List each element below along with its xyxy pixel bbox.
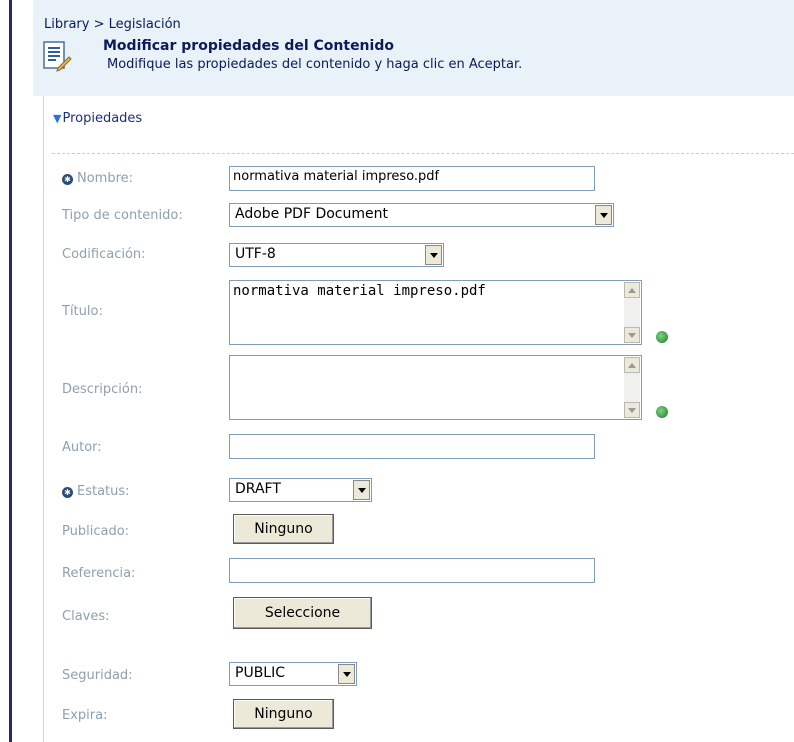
- estatus-label: ✱ Estatus:: [62, 484, 130, 499]
- autor-label: Autor:: [62, 440, 102, 455]
- breadcrumb[interactable]: Library > Legislación: [44, 17, 181, 32]
- claves-label: Claves:: [62, 609, 110, 624]
- page-subtitle: Modifique las propiedades del contenido …: [107, 57, 523, 72]
- tipo-select[interactable]: Adobe PDF Document: [229, 203, 614, 227]
- expira-label: Expira:: [62, 708, 108, 723]
- required-icon: ✱: [62, 487, 73, 498]
- descripcion-textarea[interactable]: [229, 355, 642, 420]
- descripcion-label: Descripción:: [62, 382, 143, 397]
- required-icon: ✱: [62, 174, 73, 185]
- seguridad-select[interactable]: PUBLIC: [229, 662, 357, 686]
- chevron-down-icon[interactable]: [338, 664, 355, 684]
- triangle-down-icon: ▼: [53, 112, 62, 125]
- codificacion-label: Codificación:: [62, 247, 146, 262]
- section-label: Propiedades: [62, 111, 143, 126]
- panel-border: [43, 96, 44, 742]
- tipo-label: Tipo de contenido:: [62, 208, 183, 223]
- titulo-textarea[interactable]: normativa material impreso.pdf: [229, 280, 642, 345]
- scroll-down-icon: [624, 402, 640, 418]
- scrollbar[interactable]: [624, 357, 640, 418]
- seguridad-label: Seguridad:: [62, 668, 133, 683]
- scroll-up-icon: [624, 282, 640, 298]
- titulo-label: Título:: [62, 304, 103, 319]
- claves-button[interactable]: Seleccione: [233, 597, 372, 629]
- document-edit-icon: [43, 41, 72, 72]
- expira-button[interactable]: Ninguno: [233, 699, 334, 729]
- publicado-label: Publicado:: [62, 524, 130, 539]
- left-border: [9, 0, 12, 742]
- nombre-input[interactable]: normativa material impreso.pdf: [229, 166, 595, 191]
- autor-input[interactable]: [229, 434, 595, 459]
- codificacion-select[interactable]: UTF-8: [229, 243, 444, 267]
- chevron-down-icon[interactable]: [425, 245, 442, 265]
- divider: [52, 153, 794, 154]
- scroll-up-icon: [624, 357, 640, 373]
- publicado-button[interactable]: Ninguno: [233, 514, 334, 544]
- chevron-down-icon[interactable]: [353, 480, 370, 500]
- referencia-label: Referencia:: [62, 566, 136, 581]
- scroll-down-icon: [624, 327, 640, 343]
- nombre-label: ✱ Nombre:: [62, 171, 133, 186]
- estatus-select[interactable]: DRAFT: [229, 478, 372, 502]
- globe-icon[interactable]: [656, 406, 668, 418]
- page-title: Modificar propiedades del Contenido: [103, 38, 394, 54]
- referencia-input[interactable]: [229, 558, 595, 583]
- section-toggle-propiedades[interactable]: ▼Propiedades: [53, 111, 142, 126]
- globe-icon[interactable]: [656, 331, 668, 343]
- scrollbar[interactable]: [624, 282, 640, 343]
- chevron-down-icon[interactable]: [595, 205, 612, 225]
